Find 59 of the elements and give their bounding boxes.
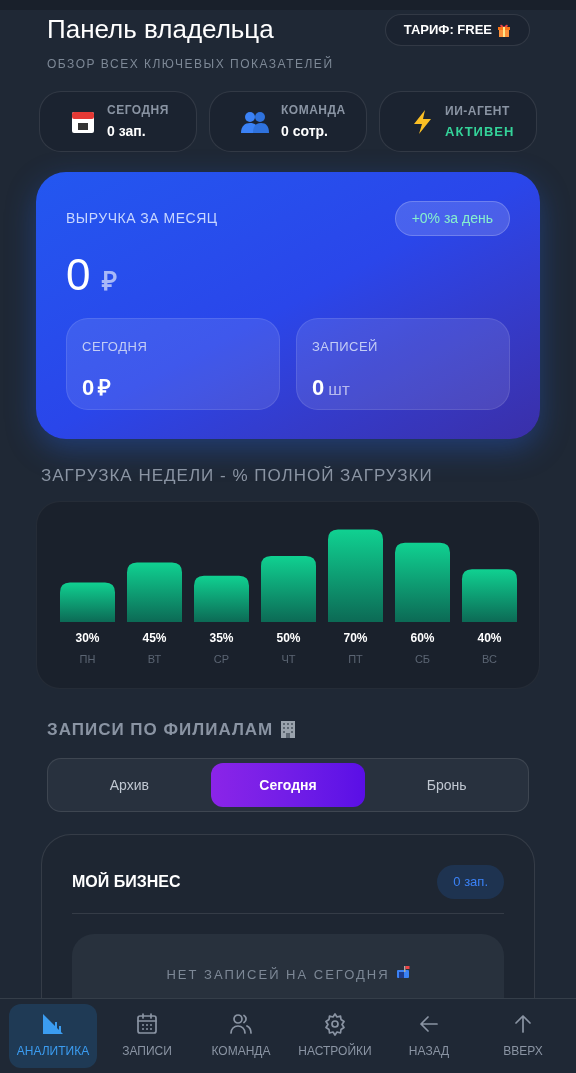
section-title: ЗАГРУЗКА НЕДЕЛИ - % ПОЛНОЙ ЗАГРУЗКИ — [40, 465, 434, 487]
tab[interactable]: Сегодня — [210, 763, 366, 807]
currency-sign: ₽ — [102, 265, 118, 298]
nav-tab[interactable]: КОМАНДА — [197, 1004, 285, 1068]
revenue-amount: 0 — [66, 249, 91, 301]
page-title: Панель владельца — [47, 13, 274, 46]
nav-tab[interactable]: НАСТРОЙКИ — [291, 1004, 379, 1068]
tile-value: 0 — [82, 373, 95, 402]
stat-label: СЕГОДНЯ — [107, 102, 169, 119]
stat-label: ИИ-АГЕНТ — [445, 102, 511, 120]
day-label: СР — [213, 652, 230, 665]
tile-unit: шт — [328, 378, 350, 401]
value-label: 50% — [276, 630, 301, 645]
branch-name: МОЙ БИЗНЕС — [72, 871, 181, 892]
value-label: 70% — [343, 630, 368, 645]
building-icon — [279, 720, 298, 739]
value-label: 45% — [142, 630, 167, 645]
stat-value: 0 зап. — [107, 122, 147, 141]
value-label: 40% — [477, 630, 502, 645]
mailbox-icon — [395, 965, 410, 979]
day-label: ПТ — [348, 652, 363, 665]
nav-tab[interactable]: АНАЛИТИКА — [9, 1004, 97, 1068]
stat-label: КОМАНДА — [281, 102, 346, 119]
bar — [462, 568, 517, 622]
day-label: ЧТ — [281, 652, 296, 665]
tile-label: ЗАПИСЕЙ — [312, 338, 379, 356]
calendar-icon — [135, 1012, 159, 1036]
settings-icon — [323, 1012, 347, 1036]
bar — [127, 562, 182, 622]
day-label: ВС — [482, 652, 497, 665]
empty-message: НЕТ ЗАПИСЕЙ НА СЕГОДНЯ — [166, 966, 390, 984]
revenue-title: ВЫРУЧКА ЗА МЕСЯЦ — [66, 209, 218, 228]
tile-label: СЕГОДНЯ — [82, 338, 149, 356]
section-title: ЗАПИСИ ПО ФИЛИАЛАМ — [47, 718, 274, 741]
value-label: 35% — [209, 630, 234, 645]
bar — [194, 575, 249, 622]
gift-icon — [497, 22, 511, 37]
plan-badge[interactable]: ТАРИФ: FREE — [384, 13, 530, 46]
value-label: 60% — [410, 630, 435, 645]
value-label: 30% — [75, 630, 100, 645]
page-subtitle: ОБЗОР ВСЕХ КЛЮЧЕВЫХ ПОКАЗАТЕЛЕЙ — [46, 55, 335, 73]
bar — [261, 555, 316, 622]
tab[interactable]: Архив — [52, 763, 207, 807]
day-label: ПН — [79, 652, 96, 665]
tile-unit: ₽ — [98, 373, 112, 402]
nav-tab[interactable]: НАЗАД — [385, 1004, 473, 1068]
change-badge: +0% за день — [394, 201, 510, 236]
tile-value: 0 — [312, 373, 325, 402]
day-label: СБ — [414, 652, 431, 665]
count-badge: 0 зап. — [437, 865, 504, 899]
nav-tab[interactable]: ВВЕРХ — [479, 1004, 567, 1068]
stat-value: 0 сотр. — [281, 122, 329, 141]
stat-value: АКТИВЕН — [445, 122, 515, 141]
tab[interactable]: Бронь — [369, 763, 524, 807]
people-icon — [229, 1012, 253, 1036]
day-label: ВТ — [147, 652, 162, 665]
nav-tab[interactable]: ЗАПИСИ — [103, 1004, 191, 1068]
bar — [60, 581, 115, 622]
chart-icon — [41, 1012, 65, 1036]
